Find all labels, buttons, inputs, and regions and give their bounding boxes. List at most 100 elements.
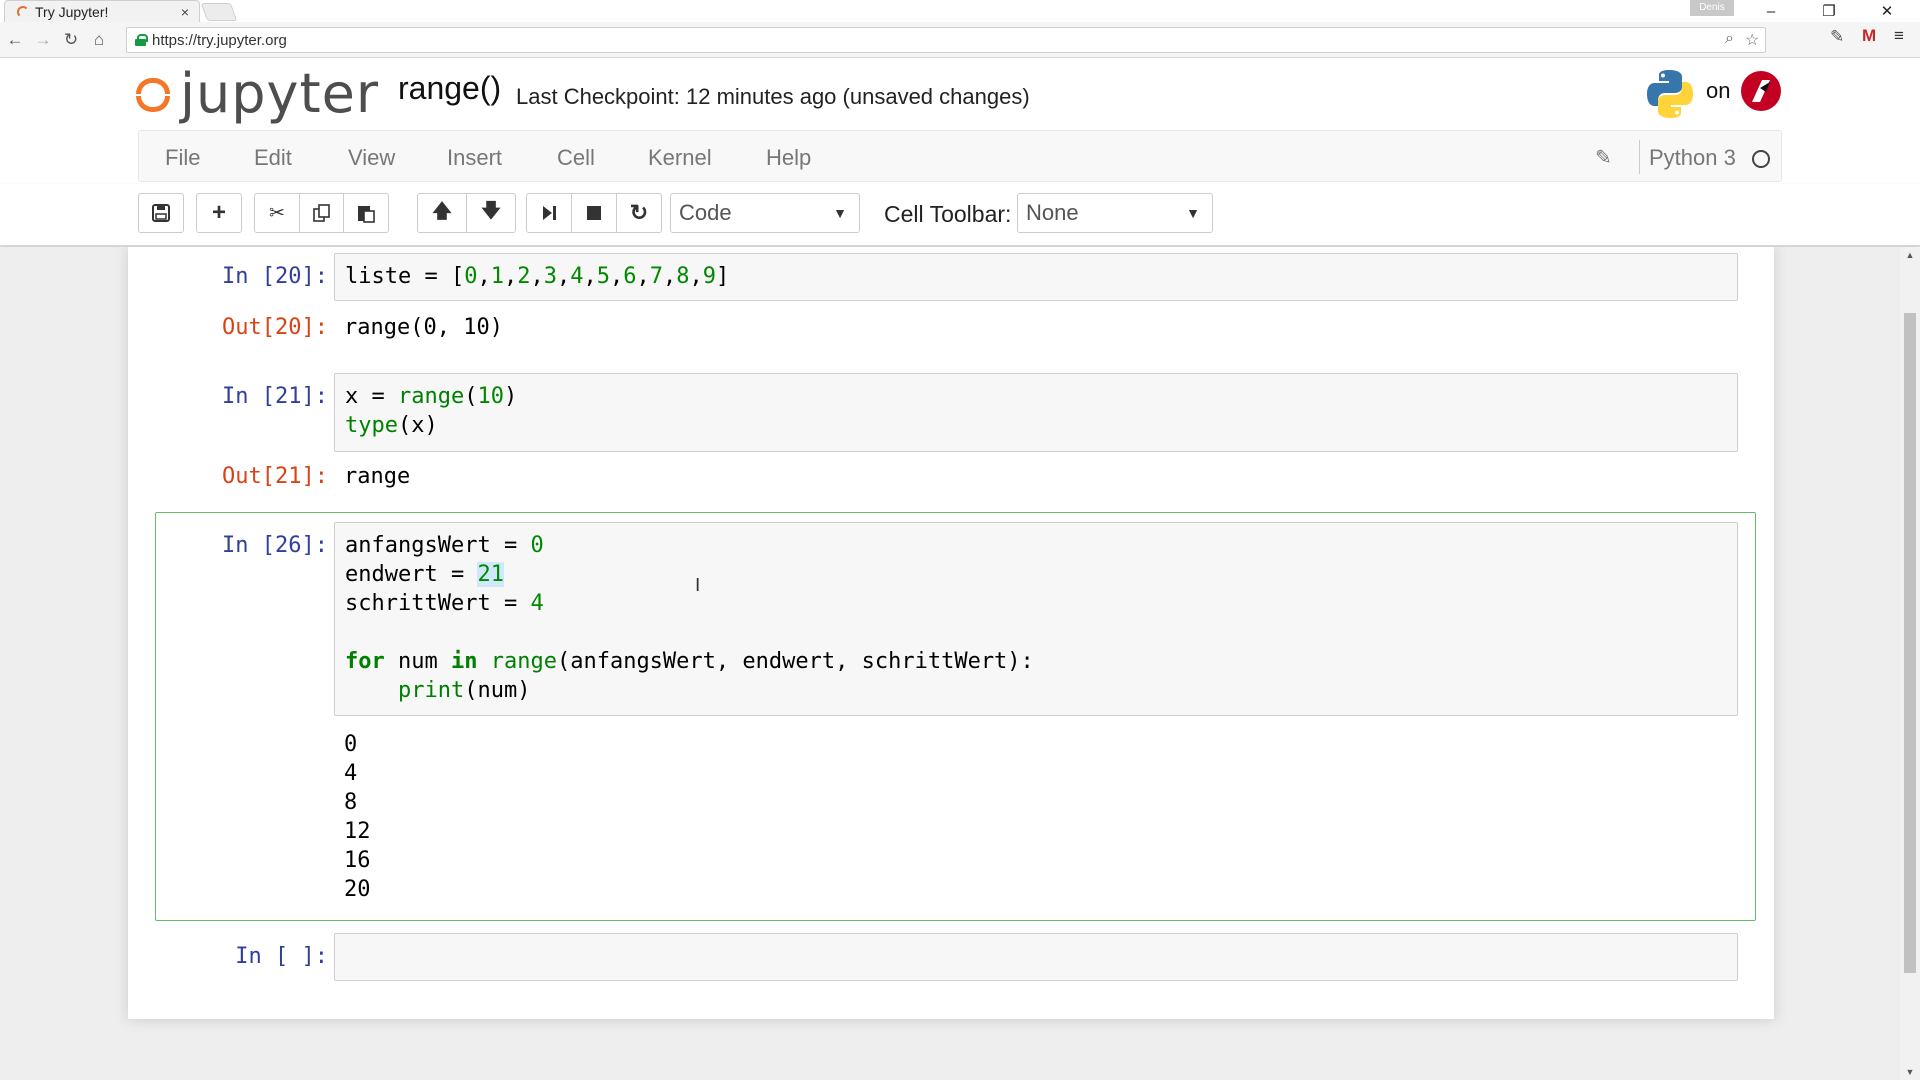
restart-kernel-button[interactable]: ↻ <box>616 193 662 233</box>
bookmark-star-icon[interactable]: ☆ <box>1745 30 1759 50</box>
url-input[interactable]: https://try.jupyter.org ⌕ ☆ <box>126 27 1766 53</box>
code-input-empty[interactable] <box>334 933 1738 981</box>
jupyter-logo[interactable]: jupyter <box>134 64 379 124</box>
menu-edit[interactable]: Edit <box>254 145 292 171</box>
in-prompt: In [26]: <box>222 533 328 558</box>
menu-insert[interactable]: Insert <box>447 145 502 171</box>
code-line: anfangsWert = 0 <box>345 533 544 558</box>
reload-icon[interactable]: ↻ <box>58 27 84 53</box>
cell-output: range <box>344 464 411 489</box>
menu-kernel[interactable]: Kernel <box>648 145 712 171</box>
page-scrollbar[interactable]: ▲ ▼ <box>1900 247 1920 1080</box>
code-line: x = range(10) <box>345 384 518 409</box>
output-line: 20 <box>344 877 371 902</box>
browser-tabstrip: Try Jupyter! × Denis – ❐ ✕ <box>0 0 1920 22</box>
jupyter-header: jupyter range() Last Checkpoint: 12 minu… <box>0 58 1920 130</box>
kernel-name[interactable]: Python 3 <box>1649 145 1736 171</box>
notebook-container: In [20]: liste = [0,1,2,3,4,5,6,7,8,9] O… <box>128 247 1774 1019</box>
in-prompt: In [21]: <box>222 384 328 409</box>
scroll-thumb[interactable] <box>1904 313 1916 973</box>
back-arrow-icon[interactable]: ← <box>2 27 28 53</box>
out-prompt: Out[20]: <box>222 315 328 340</box>
code-input[interactable]: x = range(10) type(x) <box>334 373 1738 452</box>
loading-spinner-icon <box>17 5 29 18</box>
scroll-up-icon[interactable]: ▲ <box>1900 247 1920 263</box>
output-line: 8 <box>344 790 358 815</box>
move-up-button[interactable]: 🡅 <box>417 193 467 233</box>
menu-file[interactable]: File <box>165 145 200 171</box>
output-line: 16 <box>344 848 371 873</box>
code-line: type(x) <box>345 413 438 438</box>
chevron-down-icon: ▼ <box>833 205 847 221</box>
gmail-extension-icon[interactable]: M <box>1862 26 1876 46</box>
chevron-down-icon: ▼ <box>1186 205 1200 221</box>
code-line: liste = [0,1,2,3,4,5,6,7,8,9] <box>345 264 730 289</box>
paste-icon <box>358 206 375 223</box>
output-line: 12 <box>344 819 371 844</box>
cell-toolbar-label: Cell Toolbar: <box>884 201 1012 227</box>
lock-icon <box>135 34 148 46</box>
jupyter-logo-icon <box>134 72 172 116</box>
tab-close-icon[interactable]: × <box>181 4 189 20</box>
checkpoint-status: Last Checkpoint: 12 minutes ago (unsaved… <box>516 84 1030 109</box>
save-icon <box>152 204 170 222</box>
code-input[interactable]: anfangsWert = 0 endwert = 21 schrittWert… <box>334 522 1738 716</box>
code-line: schrittWert = 4 <box>345 591 544 616</box>
extension-pen-icon[interactable]: ✎ <box>1830 27 1844 47</box>
zoom-icon[interactable]: ⌕ <box>1725 30 1734 48</box>
save-button[interactable] <box>138 193 184 233</box>
browser-tab[interactable]: Try Jupyter! × <box>4 0 200 22</box>
profile-badge[interactable]: Denis <box>1690 0 1734 16</box>
cut-button[interactable]: ✂ <box>254 193 300 233</box>
menubar-container: File Edit View Insert Cell Kernel Help ✎… <box>0 130 1920 184</box>
python-logo-icon <box>1647 70 1693 118</box>
scroll-down-icon[interactable]: ▼ <box>1900 1064 1920 1080</box>
restore-button[interactable]: ❐ <box>1804 0 1854 22</box>
notebook-name[interactable]: range() <box>398 70 501 107</box>
stop-icon <box>587 206 601 220</box>
menubar: File Edit View Insert Cell Kernel Help ✎… <box>138 130 1782 182</box>
plus-icon: + <box>211 199 226 226</box>
rackspace-logo-icon <box>1741 71 1781 111</box>
kernel-separator <box>1639 140 1640 174</box>
output-line: 0 <box>344 732 358 757</box>
kernel-idle-indicator-icon <box>1752 150 1770 168</box>
notebook-scroll-area: In [20]: liste = [0,1,2,3,4,5,6,7,8,9] O… <box>0 247 1920 1080</box>
menu-cell[interactable]: Cell <box>557 145 595 171</box>
run-cell-button[interactable] <box>526 193 572 233</box>
insert-cell-button[interactable]: + <box>196 193 242 233</box>
address-bar-row: ← → ↻ ⌂ https://try.jupyter.org ⌕ ☆ ✎ M … <box>0 22 1920 58</box>
copy-icon <box>312 204 330 222</box>
code-line: print(num) <box>397 678 531 703</box>
code-input[interactable]: liste = [0,1,2,3,4,5,6,7,8,9] <box>334 253 1738 301</box>
arrow-down-icon: 🡇 <box>481 201 501 222</box>
copy-button[interactable] <box>299 193 344 233</box>
cell-toolbar-value: None <box>1026 200 1079 225</box>
code-line: endwert = 21 <box>345 562 504 587</box>
minimize-button[interactable]: – <box>1746 0 1796 22</box>
cell-type-value: Code <box>679 200 732 225</box>
edit-mode-pencil-icon: ✎ <box>1595 147 1612 169</box>
cell-toolbar-select[interactable]: None ▼ <box>1017 193 1213 233</box>
new-tab-button[interactable] <box>200 3 238 21</box>
paste-button[interactable] <box>343 193 389 233</box>
tab-title: Try Jupyter! <box>35 3 109 20</box>
interrupt-kernel-button[interactable] <box>571 193 617 233</box>
cell-output: range(0, 10) <box>344 315 503 340</box>
arrow-up-icon: 🡅 <box>432 201 452 222</box>
url-text: https://try.jupyter.org <box>152 31 287 49</box>
menu-view[interactable]: View <box>348 145 395 171</box>
forward-arrow-icon[interactable]: → <box>30 27 56 53</box>
notebook-toolbar: + ✂ 🡅 🡇 ↻ Code ▼ Cell Toolbar: None ▼ <box>0 184 1920 246</box>
jupyter-logo-text: jupyter <box>180 62 380 125</box>
code-line: for num in range(anfangsWert, endwert, s… <box>345 649 1034 674</box>
cell-type-select[interactable]: Code ▼ <box>670 193 860 233</box>
close-window-button[interactable]: ✕ <box>1862 0 1912 22</box>
browser-menu-icon[interactable]: ≡ <box>1894 26 1904 46</box>
scissors-icon: ✂ <box>269 202 285 224</box>
menu-help[interactable]: Help <box>766 145 811 171</box>
output-line: 4 <box>344 761 358 786</box>
home-icon[interactable]: ⌂ <box>86 27 112 53</box>
move-down-button[interactable]: 🡇 <box>466 193 516 233</box>
in-prompt: In [20]: <box>222 264 328 289</box>
